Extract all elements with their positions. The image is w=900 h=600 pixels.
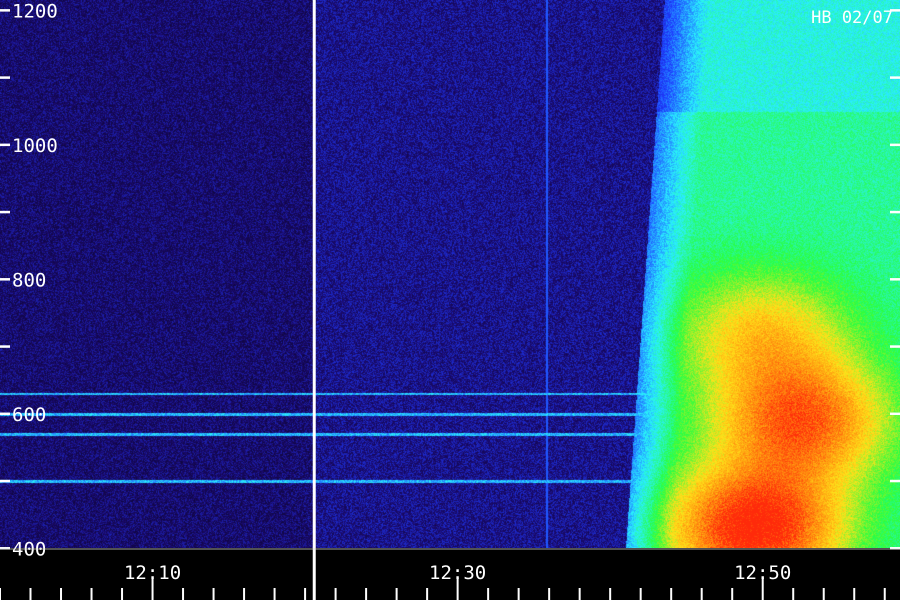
x-tick-label: 12:30 <box>429 562 486 584</box>
spectrogram-chart: 4006008001000120012:10 12:30 12:50 HB 02/0… <box>0 0 900 600</box>
x-tick-label: 12:10 <box>124 562 181 584</box>
y-tick-label: 1200 <box>12 0 58 22</box>
station-label: HB 02/07 <box>811 8 893 28</box>
y-tick-label: 1000 <box>12 135 58 157</box>
y-tick-label: 800 <box>12 269 46 291</box>
heatmap-image <box>0 0 900 548</box>
y-tick-label: 600 <box>12 404 46 426</box>
x-tick-label: 12:50 <box>734 562 791 584</box>
